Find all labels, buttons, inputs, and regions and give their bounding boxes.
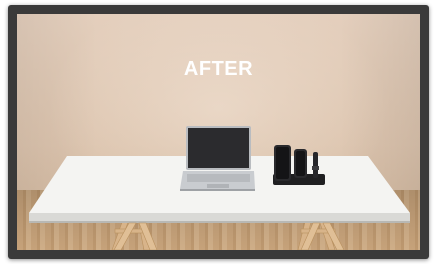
photo-frame: AFTER <box>8 5 429 259</box>
desk-illustration <box>29 126 410 250</box>
phone-charging-dock <box>273 145 325 185</box>
photo-scene: AFTER <box>17 14 420 250</box>
laptop <box>180 126 255 191</box>
